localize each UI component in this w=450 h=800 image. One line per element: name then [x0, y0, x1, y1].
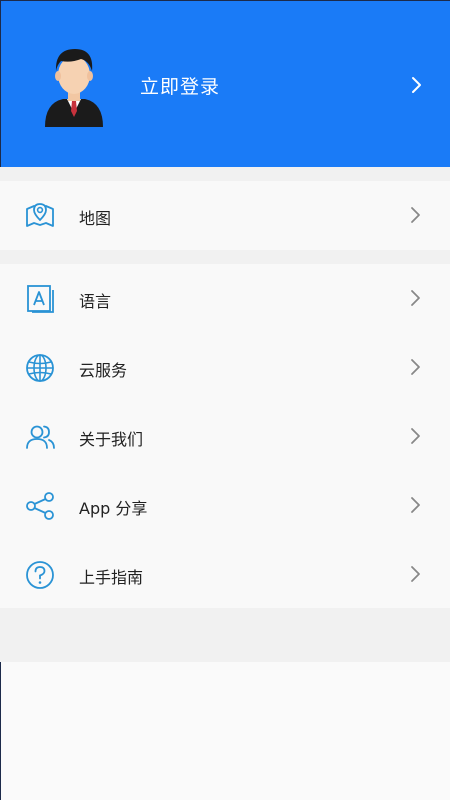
menu-item-getting-started[interactable]: 上手指南 — [0, 540, 450, 609]
empty-area — [0, 662, 450, 800]
chevron-right-icon — [411, 207, 420, 223]
globe-icon — [26, 354, 54, 382]
map-pin-icon — [26, 203, 54, 227]
menu-item-about-us[interactable]: 关于我们 — [0, 402, 450, 471]
divider — [0, 608, 450, 662]
menu-label-map: 地图 — [79, 209, 112, 228]
users-icon — [26, 425, 55, 449]
chevron-right-icon — [412, 77, 421, 93]
menu-label-about-us: 关于我们 — [79, 430, 144, 449]
profile-header[interactable]: 立即登录 — [0, 0, 450, 167]
divider — [0, 250, 450, 264]
chevron-right-icon — [411, 566, 420, 582]
menu-item-cloud-service[interactable]: 云服务 — [0, 333, 450, 402]
menu-item-language[interactable]: 语言 — [0, 264, 450, 333]
menu-label-getting-started: 上手指南 — [79, 568, 144, 587]
language-icon — [27, 285, 54, 313]
menu-item-map[interactable]: 地图 — [0, 181, 450, 250]
menu-label-cloud-service: 云服务 — [79, 361, 128, 380]
divider — [0, 167, 450, 181]
menu-section-main: 语言 云服务 关于我们 App 分享 上手指南 — [0, 264, 450, 608]
avatar — [45, 49, 103, 127]
question-icon — [26, 561, 54, 589]
chevron-right-icon — [411, 290, 420, 306]
chevron-right-icon — [411, 359, 420, 375]
menu-item-app-share[interactable]: App 分享 — [0, 471, 450, 540]
chevron-right-icon — [411, 428, 420, 444]
menu-label-language: 语言 — [79, 292, 112, 311]
menu-section-map: 地图 — [0, 181, 450, 250]
chevron-right-icon — [411, 497, 420, 513]
share-icon — [26, 492, 54, 520]
menu-label-app-share: App 分享 — [79, 499, 148, 518]
login-prompt[interactable]: 立即登录 — [140, 72, 220, 99]
